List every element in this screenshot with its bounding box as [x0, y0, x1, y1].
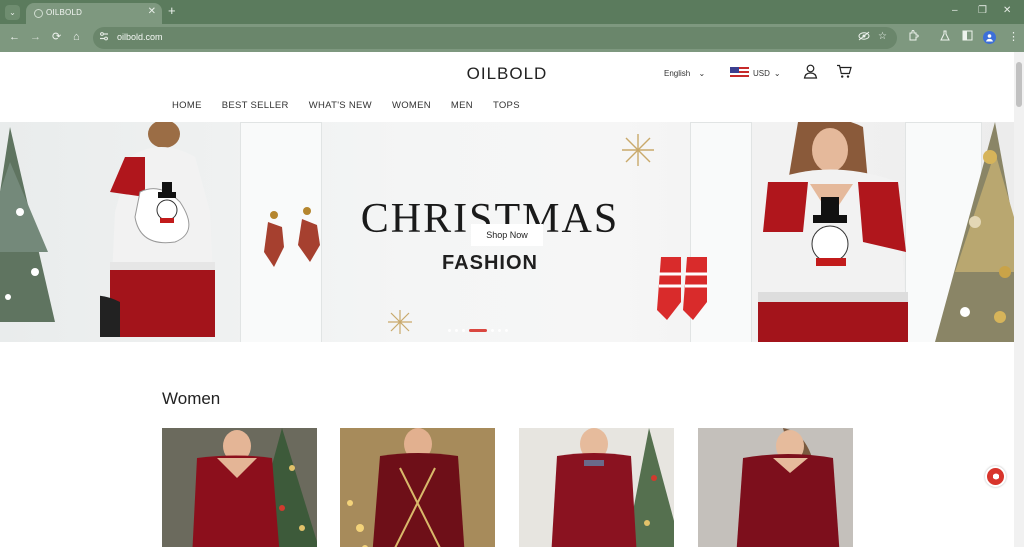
snowflake-icon	[622, 134, 654, 166]
side-panel-icon[interactable]	[962, 30, 973, 45]
us-flag-icon	[730, 67, 749, 79]
carousel-dot[interactable]	[448, 329, 451, 332]
back-button[interactable]: ←	[9, 30, 20, 44]
currency-label: USD	[753, 68, 770, 78]
hero-banner[interactable]: CHRISTMAS FASHION Shop Now	[0, 122, 1014, 342]
bookmark-star-icon[interactable]: ☆	[878, 31, 887, 42]
browser-toolbar: ← → ⟳ ⌂ oilbold.com ☆ ⋮	[0, 24, 1024, 52]
browser-tabstrip: ⌄ OILBOLD ✕ + – ❐ ✕	[0, 0, 1024, 24]
tab-title: OILBOLD	[46, 8, 83, 17]
main-nav: HOME BEST SELLER WHAT'S NEW WOMEN MEN TO…	[172, 100, 520, 111]
tab-search-button[interactable]: ⌄	[5, 5, 20, 20]
minimize-button[interactable]: –	[952, 4, 958, 18]
nav-whats-new[interactable]: WHAT'S NEW	[309, 100, 372, 111]
product-image[interactable]	[162, 428, 317, 547]
product-card[interactable]	[162, 428, 317, 547]
home-button[interactable]: ⌂	[73, 30, 80, 44]
web-page: OILBOLD English ⌄ USD ⌄ HOME BEST SELLER…	[0, 52, 1014, 547]
carousel-dot[interactable]	[505, 329, 508, 332]
chat-support-icon[interactable]	[985, 466, 1006, 487]
forward-button[interactable]: →	[30, 30, 41, 44]
banner-subheadline: FASHION	[442, 252, 538, 274]
product-card[interactable]	[340, 428, 495, 547]
language-selector[interactable]: English ⌄	[664, 69, 705, 78]
extensions-icon[interactable]	[908, 30, 919, 45]
product-card[interactable]	[698, 428, 853, 547]
menu-icon[interactable]: ⋮	[1008, 30, 1019, 44]
carousel-dots	[448, 329, 508, 332]
chevron-down-icon: ⌄	[698, 69, 706, 78]
carousel-dot-active[interactable]	[469, 329, 487, 332]
profile-icon[interactable]	[983, 31, 996, 44]
carousel-dot[interactable]	[498, 329, 501, 332]
product-image[interactable]	[519, 428, 674, 547]
nav-tops[interactable]: TOPS	[493, 100, 520, 111]
product-image[interactable]	[340, 428, 495, 547]
tab-favicon-icon	[34, 9, 43, 18]
scrollbar-thumb[interactable]	[1016, 62, 1022, 107]
close-window-button[interactable]: ✕	[1003, 4, 1011, 18]
carousel-dot[interactable]	[462, 329, 465, 332]
nav-women[interactable]: WOMEN	[392, 100, 431, 111]
product-image[interactable]	[698, 428, 853, 547]
account-icon[interactable]	[803, 64, 818, 84]
page-scrollbar[interactable]	[1014, 52, 1024, 547]
language-label: English	[664, 69, 691, 78]
new-tab-button[interactable]: +	[168, 4, 176, 18]
product-card[interactable]	[519, 428, 674, 547]
carousel-dot[interactable]	[455, 329, 458, 332]
reload-button[interactable]: ⟳	[52, 30, 61, 44]
maximize-button[interactable]: ❐	[978, 4, 987, 18]
section-title-women: Women	[162, 389, 221, 408]
carousel-dot[interactable]	[491, 329, 494, 332]
shop-now-button[interactable]: Shop Now	[471, 224, 543, 246]
chevron-down-icon: ⌄	[773, 68, 781, 78]
url-text[interactable]: oilbold.com	[117, 32, 163, 42]
nav-home[interactable]: HOME	[172, 100, 202, 111]
labs-icon[interactable]	[940, 30, 950, 45]
address-bar[interactable]: oilbold.com ☆	[93, 27, 897, 49]
currency-selector[interactable]: USD ⌄	[730, 67, 781, 79]
tab-close-icon[interactable]: ✕	[148, 6, 156, 18]
snowflake-icon	[388, 310, 412, 334]
tracking-off-icon[interactable]	[858, 31, 870, 44]
nav-best-seller[interactable]: BEST SELLER	[222, 100, 289, 111]
cart-icon[interactable]	[836, 64, 852, 84]
site-info-icon[interactable]	[99, 32, 109, 43]
site-logo[interactable]: OILBOLD	[0, 64, 1014, 84]
browser-tab[interactable]: OILBOLD ✕	[26, 3, 162, 24]
nav-men[interactable]: MEN	[451, 100, 473, 111]
